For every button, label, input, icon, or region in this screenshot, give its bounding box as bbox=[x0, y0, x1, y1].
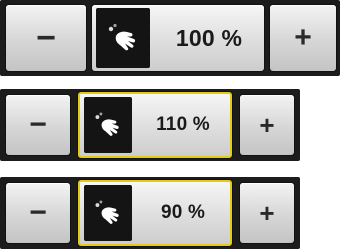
zoom-increase-button[interactable]: + bbox=[240, 95, 294, 155]
zoom-level-value: 90 % bbox=[160, 202, 206, 223]
minus-icon: − bbox=[36, 18, 56, 57]
zoom-level-display: 110 % bbox=[78, 92, 232, 158]
zoom-increase-button[interactable]: + bbox=[270, 5, 336, 71]
plus-icon: + bbox=[259, 109, 275, 140]
hand-gesture-icon bbox=[96, 8, 150, 68]
zoom-level-display: 100 % bbox=[92, 5, 264, 71]
zoom-control-row: − 90 % + bbox=[0, 177, 300, 249]
hand-gesture-icon bbox=[84, 97, 132, 153]
hand-gesture-icon bbox=[84, 185, 132, 241]
plus-icon: + bbox=[294, 21, 312, 54]
zoom-increase-button[interactable]: + bbox=[240, 183, 294, 243]
zoom-decrease-button[interactable]: − bbox=[6, 5, 86, 71]
zoom-level-value: 110 % bbox=[156, 114, 210, 135]
zoom-control-row: − 100 % + bbox=[0, 0, 340, 76]
minus-icon: − bbox=[29, 108, 47, 141]
zoom-level-display: 90 % bbox=[78, 180, 232, 246]
zoom-decrease-button[interactable]: − bbox=[6, 95, 70, 155]
zoom-level-value: 100 % bbox=[175, 24, 243, 51]
plus-icon: + bbox=[259, 197, 275, 228]
zoom-decrease-button[interactable]: − bbox=[6, 183, 70, 243]
zoom-control-row: − 110 % + bbox=[0, 89, 300, 161]
minus-icon: − bbox=[29, 196, 47, 229]
